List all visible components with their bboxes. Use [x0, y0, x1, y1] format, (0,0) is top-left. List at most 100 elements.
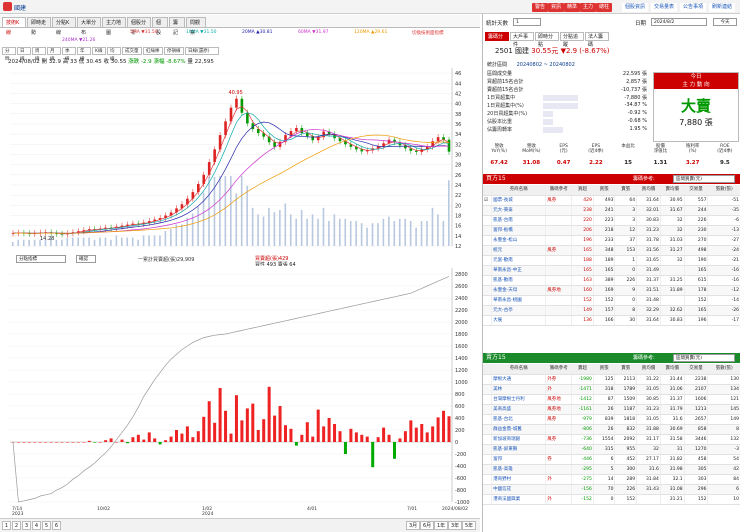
chart-toolbar-5[interactable]: 年線 — [77, 47, 91, 62]
panel-tab-1[interactable]: 大戶事件 — [510, 32, 534, 48]
sell-cell[interactable]: 台灣摩根士丹利 — [491, 394, 547, 405]
buy-col-header[interactable]: 籌碼參考 — [545, 185, 573, 196]
chart-toolbar-4[interactable]: 季線 — [62, 47, 76, 62]
sell-table-row[interactable]: 中國信託 -156 70 226 31.43 31.08 296 6 — [483, 484, 740, 495]
page-button-3[interactable]: 3 — [22, 521, 31, 530]
buy-cell[interactable]: 元大-古亭 — [491, 305, 547, 316]
buy-cell[interactable]: 華南永昌-桃園 — [491, 295, 547, 306]
sell-table-row[interactable]: 富邦券 -446 6 452 27.17 31.82 458 54 — [483, 454, 740, 465]
page-button-2[interactable]: 2 — [12, 521, 21, 530]
sell-col-header[interactable]: 買均價 — [636, 364, 661, 375]
sell-table-row[interactable]: 美商高盛 風券地 -1161 26 1187 31.23 31.79 1213 145 — [483, 404, 740, 415]
panel-tab-2[interactable]: 即時分點 — [535, 32, 559, 48]
page-button-5[interactable]: 5 — [42, 521, 51, 530]
page-button-4[interactable]: 4 — [32, 521, 41, 530]
buy-table-row[interactable]: 元大-古亭 149 157 8 32.29 32.62 165 -26 — [483, 305, 740, 316]
date-input[interactable]: 2024/8/2 — [651, 18, 707, 26]
sell-cell[interactable]: 新加坡商瑞銀 — [491, 434, 547, 445]
panel-tab-3[interactable]: 分點追蹤 — [560, 32, 584, 48]
buy-table-row[interactable]: 大展 136 166 30 31.64 30.83 196 -17 — [483, 315, 740, 326]
chart-toolbar-11[interactable]: 日線(還原) — [185, 47, 219, 55]
sell-cell[interactable]: 凱基-台北 — [491, 414, 547, 425]
sell-col-header[interactable]: 買張 — [593, 364, 616, 375]
tab-6[interactable]: 個股 — [152, 17, 168, 36]
tab-8[interactable]: 問觀察 — [186, 17, 206, 36]
toolbar-button-2[interactable]: 精準 — [564, 3, 581, 12]
flow-indicator-select[interactable]: 分點指標 — [16, 255, 66, 263]
panel-tab-0[interactable]: 籌碼分析 — [485, 32, 509, 48]
sell-col-header[interactable]: 籌碼參考 — [545, 364, 573, 375]
tab-3[interactable]: 大單分布 — [77, 17, 101, 36]
chart-toolbar-1[interactable]: 日線 — [17, 47, 31, 62]
sell-col-header[interactable]: 交易量 — [684, 364, 709, 375]
chart-toolbar-0[interactable]: 分時 — [2, 47, 16, 62]
chart-toolbar-8[interactable]: 成交量 — [122, 47, 142, 55]
chart-toolbar-10[interactable]: 停損線 — [164, 47, 184, 55]
tab-4[interactable]: 主力地圖 — [102, 17, 126, 36]
sell-cell[interactable]: 凱基-高雄 — [491, 464, 547, 475]
sell-cell[interactable]: 中國信託 — [491, 484, 547, 495]
buy-cell[interactable]: 永豐金-松山 — [491, 235, 547, 246]
chart-toolbar-2[interactable]: 周線 — [32, 47, 46, 62]
toolbar-button-4[interactable]: 總柱 — [596, 3, 613, 12]
buy-filter-select[interactable]: 區間買賣(元) — [673, 175, 735, 183]
toolbar-button-1[interactable]: 資訊 — [548, 3, 565, 12]
sell-table-row[interactable]: 摩根大通 外券 -1980 125 2113 31.22 31.44 2238 130 — [483, 374, 740, 385]
buy-table-row[interactable]: 華南永昌-桃園 152 152 0 31.48 152 -14 — [483, 295, 740, 306]
sell-col-header[interactable]: 券商名稱 — [491, 364, 547, 375]
sell-cell[interactable]: 美林 — [491, 384, 547, 395]
buy-table-row[interactable]: 元富-歡南 188 189 1 31.65 32 190 -21 — [483, 255, 740, 266]
broker-flow-chart[interactable]: 2800260024002200200018001600140012001000… — [2, 266, 480, 518]
sell-table-row[interactable]: 群益金鼎-城舊 -806 26 832 31.88 30.69 858 8 — [483, 424, 740, 435]
buy-col-header[interactable]: 買超 — [571, 185, 594, 196]
buy-col-header[interactable]: 買均價 — [636, 185, 661, 196]
sell-col-header[interactable]: 賣均價 — [660, 364, 685, 375]
sell-cell[interactable]: 港商法國興業 — [491, 494, 547, 505]
buy-col-header[interactable]: 賣張 — [614, 185, 638, 196]
buy-cell[interactable]: 國票-長城 — [491, 195, 547, 206]
sell-cell[interactable]: 港商野村 — [491, 474, 547, 485]
sell-col-header[interactable] — [483, 364, 493, 375]
tab-1[interactable]: 即時走勢 — [27, 17, 51, 36]
range-button-4[interactable]: 5年 — [462, 521, 477, 530]
buy-col-header[interactable]: 交易量 — [684, 185, 709, 196]
chart-toolbar-6[interactable]: K線 — [92, 47, 106, 55]
buy-table-row[interactable]: 富邦-板橋 206 218 12 31.23 32 230 -13 — [483, 225, 740, 236]
sell-col-header[interactable]: 賣超 — [571, 364, 594, 375]
sell-col-header[interactable]: 賣張 — [614, 364, 638, 375]
sell-filter-select[interactable]: 區間買賣(元) — [673, 354, 735, 362]
buy-table-row[interactable]: 元大-東泰 238 241 3 32.01 31.67 244 -35 — [483, 205, 740, 216]
sell-table-row[interactable]: 港商法國興業外 -152 0 152 31.21 152 10 — [483, 494, 740, 505]
chart-toolbar-3[interactable]: 月線 — [47, 47, 61, 62]
flow-confirm-button[interactable]: 確認 — [76, 255, 96, 263]
tab-2[interactable]: 分點K線 — [52, 17, 76, 36]
sell-table-row[interactable]: 凱基-屏東縣 -640 315 955 32 31 1270 -3 — [483, 444, 740, 455]
toolbar-link-0[interactable]: 個股資訊 — [622, 3, 649, 12]
toolbar-button-0[interactable]: 警告 — [532, 3, 549, 12]
toolbar-link-2[interactable]: 公告事項 — [680, 3, 707, 12]
range-button-1[interactable]: 6月 — [420, 521, 435, 530]
panel-tab-4[interactable]: 法人籌碼 — [585, 32, 609, 48]
today-button[interactable]: 今天 — [713, 18, 737, 26]
buy-cell[interactable]: 華南永昌-中正 — [491, 265, 547, 276]
sell-table-row[interactable]: 港商野村外 -275 14 289 31.84 32.1 303 84 — [483, 474, 740, 485]
buy-col-header[interactable]: 張數(張) — [707, 185, 740, 196]
stat-days-select[interactable]: 1 — [513, 18, 541, 26]
tab-7[interactable]: 籌記 — [169, 17, 185, 36]
buy-table-row[interactable]: 華南永昌-中正 165 165 0 31.49 165 -16 — [483, 265, 740, 276]
buy-col-header[interactable] — [483, 185, 493, 196]
sell-table-row[interactable]: 凱基-高雄 -295 5 300 31.6 31.98 305 42 — [483, 464, 740, 475]
toolbar-link-1[interactable]: 交易量表 — [651, 3, 678, 12]
buy-cell[interactable]: 富邦-板橋 — [491, 225, 547, 236]
tab-5[interactable]: 個股分析 — [127, 17, 151, 36]
buy-cell[interactable]: 統元 — [491, 245, 547, 256]
buy-cell[interactable]: 凱基-歡南 — [491, 275, 547, 286]
buy-table-row[interactable]: 凱基-歡南 163 389 226 31.37 31.25 615 -16 — [483, 275, 740, 286]
sell-cell[interactable]: 摩根大通 — [491, 374, 547, 385]
sell-cell[interactable]: 群益金鼎-城舊 — [491, 424, 547, 435]
chart-toolbar-7[interactable]: 均線 — [107, 47, 121, 62]
sell-col-header[interactable]: 張數(張) — [707, 364, 740, 375]
page-button-1[interactable]: 1 — [2, 521, 11, 530]
buy-cell[interactable]: 大展 — [491, 315, 547, 326]
sell-table-row[interactable]: 台灣摩根士丹利 風券地 -1412 87 1509 30.85 31.37 1606 121 — [483, 394, 740, 405]
